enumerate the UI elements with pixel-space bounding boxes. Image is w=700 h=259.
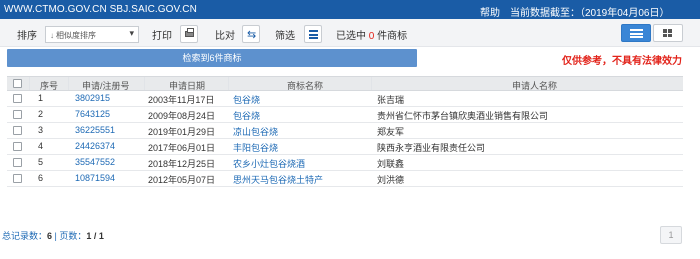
row-index: 1: [38, 93, 44, 103]
row-checkbox[interactable]: [13, 94, 22, 103]
trademark-name-link[interactable]: 包谷烧: [233, 109, 260, 122]
row-checkbox[interactable]: [13, 110, 22, 119]
application-date: 2018年12月25日: [148, 159, 216, 169]
sort-select[interactable]: 相似度排序 ▾: [45, 26, 139, 43]
application-date: 2017年06月01日: [148, 143, 216, 153]
compare-label: 比对: [215, 31, 235, 42]
application-date: 2019年01月29日: [148, 127, 216, 137]
row-index: 5: [38, 157, 44, 167]
trademark-name-link[interactable]: 凉山包谷烧: [233, 125, 278, 138]
sort-label: 排序: [17, 31, 37, 42]
toolbar: 排序 相似度排序 ▾ 打印 比对 ⇆ 筛选 已选中 0 件商标: [0, 19, 700, 47]
row-index: 3: [38, 125, 44, 135]
trademark-name-link[interactable]: 丰阳包谷烧: [233, 141, 278, 154]
application-date: 2009年08月24日: [148, 111, 216, 121]
print-button[interactable]: [180, 25, 198, 43]
reg-number-link[interactable]: 35547552: [75, 157, 115, 167]
applicant-name: 刘洪德: [377, 175, 405, 185]
row-checkbox[interactable]: [13, 126, 22, 135]
filter-button[interactable]: [304, 25, 322, 43]
trademark-name-link[interactable]: 农乡小灶包谷烧酒: [233, 157, 305, 170]
total-label: 总记录数：: [2, 231, 48, 241]
pagination-summary: 总记录数：6 | 页数：1 / 1: [2, 229, 104, 242]
grid-view-button[interactable]: [653, 24, 683, 42]
filter-list-icon: [309, 30, 318, 39]
applicant-name: 郑友军: [377, 127, 405, 137]
application-date: 2012年05月07日: [148, 175, 216, 185]
filter-label: 筛选: [275, 31, 295, 42]
applicant-name: 张吉瑞: [377, 95, 405, 105]
data-date: 当前数据截至：（2019年04月06日）: [510, 8, 670, 19]
pages-label: 页数：: [59, 231, 87, 241]
disclaimer: 仅供参考，不具有法律效力: [562, 56, 682, 67]
select-all-checkbox[interactable]: [13, 79, 22, 88]
selected-count-text: 已选中 0 件商标: [336, 27, 407, 42]
reg-number-link[interactable]: 3802915: [75, 93, 110, 103]
printer-icon: [185, 28, 194, 37]
retrieve-results-button[interactable]: 检索到6件商标: [7, 49, 417, 67]
application-date: 2003年11月17日: [148, 95, 215, 105]
table-header: 序号 申请/注册号 申请日期 商标名称 申请人名称: [7, 76, 683, 91]
row-index: 6: [38, 173, 44, 183]
table-row: 5 35547552 2018年12月25日 农乡小灶包谷烧酒 刘联鑫: [7, 155, 683, 171]
page-1-button[interactable]: 1: [660, 226, 682, 244]
results-table: 序号 申请/注册号 申请日期 商标名称 申请人名称 1 3802915 2003…: [7, 76, 683, 187]
top-bar: WWW.CTMO.GOV.CN SBJ.SAIC.GOV.CN 帮助 当前数据截…: [0, 0, 700, 19]
reg-number-link[interactable]: 24426374: [75, 141, 115, 151]
selected-suffix: 件商标: [377, 31, 408, 42]
row-checkbox[interactable]: [13, 142, 22, 151]
selected-prefix: 已选中: [336, 31, 366, 42]
applicant-name: 贵州省仁怀市茅台镇欣奥酒业销售有限公司: [377, 111, 549, 121]
list-view-button[interactable]: [621, 24, 651, 42]
compare-arrows-icon: ⇆: [247, 29, 257, 41]
list-view-icon: [630, 29, 643, 40]
trademark-name-link[interactable]: 思州天马包谷烧土特产: [233, 173, 323, 186]
selected-count: 0: [368, 31, 375, 42]
site-url: WWW.CTMO.GOV.CN SBJ.SAIC.GOV.CN: [4, 4, 197, 15]
table-row: 1 3802915 2003年11月17日 包谷烧 张吉瑞: [7, 91, 683, 107]
reg-number-link[interactable]: 7643125: [75, 109, 110, 119]
grid-view-icon: [663, 29, 674, 38]
sort-value: 相似度排序: [50, 30, 96, 41]
applicant-name: 陕西永亨酒业有限责任公司: [377, 143, 486, 153]
reg-number-link[interactable]: 36225551: [75, 125, 115, 135]
table-row: 4 24426374 2017年06月01日 丰阳包谷烧 陕西永亨酒业有限责任公…: [7, 139, 683, 155]
table-row: 6 10871594 2012年05月07日 思州天马包谷烧土特产 刘洪德: [7, 171, 683, 187]
page-count: 1 / 1: [86, 231, 104, 241]
print-label: 打印: [152, 31, 172, 42]
row-index: 4: [38, 141, 44, 151]
table-row: 3 36225551 2019年01月29日 凉山包谷烧 郑友军: [7, 123, 683, 139]
row-checkbox[interactable]: [13, 174, 22, 183]
reg-number-link[interactable]: 10871594: [75, 173, 115, 183]
compare-button[interactable]: ⇆: [242, 25, 260, 43]
trademark-name-link[interactable]: 包谷烧: [233, 93, 260, 106]
applicant-name: 刘联鑫: [377, 159, 405, 169]
row-index: 2: [38, 109, 44, 119]
table-row: 2 7643125 2009年08月24日 包谷烧 贵州省仁怀市茅台镇欣奥酒业销…: [7, 107, 683, 123]
row-checkbox[interactable]: [13, 158, 22, 167]
help-link[interactable]: 帮助: [480, 4, 500, 19]
chevron-down-icon: ▾: [129, 28, 134, 38]
